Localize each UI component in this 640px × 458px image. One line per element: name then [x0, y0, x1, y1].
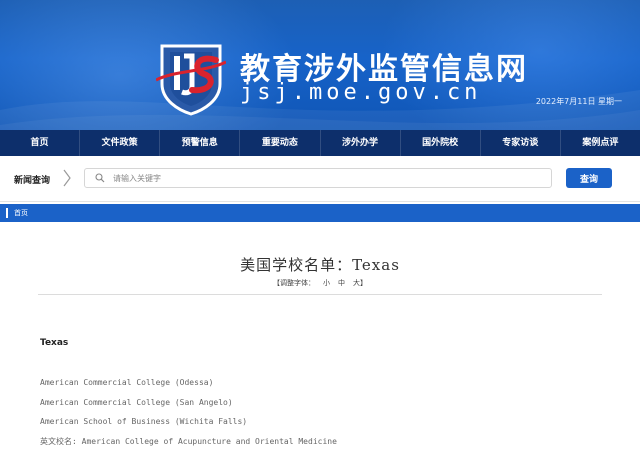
- search-row: 新闻查询 查询: [0, 156, 640, 202]
- school-list-item: American School of Business (Wichita Fal…: [40, 417, 248, 426]
- nav-item-case-reviews[interactable]: 案例点评: [561, 130, 640, 156]
- nav-item-warnings[interactable]: 预警信息: [160, 130, 241, 156]
- school-list-item: 英文校名: American College of Acupuncture an…: [40, 437, 337, 446]
- nav-item-foreign-schools[interactable]: 国外院校: [401, 130, 481, 156]
- font-size-controls: 【调整字体： 小中大】: [0, 278, 640, 288]
- font-size-medium-link[interactable]: 中: [338, 279, 345, 287]
- nav-item-expert-interviews[interactable]: 专家访谈: [481, 130, 561, 156]
- header-banner: 教育涉外监管信息网 jsj.moe.gov.cn 2022年7月11日 星期一: [0, 0, 640, 130]
- font-size-label: 【调整字体：: [273, 279, 315, 287]
- breadcrumb: 首页: [0, 204, 640, 222]
- breadcrumb-home-link[interactable]: 首页: [14, 208, 28, 218]
- breadcrumb-marker: [6, 208, 8, 218]
- jsj-logo-icon[interactable]: [156, 40, 226, 116]
- nav-item-policy[interactable]: 文件政策: [80, 130, 161, 156]
- main-nav: 首页 文件政策 预警信息 重要动态 涉外办学 国外院校 专家访谈 案例点评: [0, 130, 640, 156]
- search-icon: [95, 173, 105, 183]
- title-divider: [38, 294, 602, 295]
- nav-item-foreign-schooling[interactable]: 涉外办学: [321, 130, 401, 156]
- font-size-small-link[interactable]: 小: [323, 279, 330, 287]
- school-list-item: American Commercial College (Odessa): [40, 378, 214, 387]
- search-input[interactable]: [113, 171, 533, 186]
- current-date: 2022年7月11日 星期一: [535, 97, 622, 106]
- search-button[interactable]: 查询: [566, 168, 612, 188]
- article-title: 美国学校名单：Texas: [240, 256, 400, 274]
- site-domain: jsj.moe.gov.cn: [240, 80, 482, 105]
- school-list-item: American Commercial College (San Angelo): [40, 398, 233, 407]
- chevron-right-icon: [63, 169, 71, 187]
- news-search-label: 新闻查询: [14, 176, 51, 186]
- nav-item-news[interactable]: 重要动态: [240, 130, 321, 156]
- nav-item-home[interactable]: 首页: [0, 130, 81, 156]
- state-heading: Texas: [40, 338, 69, 348]
- search-box[interactable]: [84, 168, 552, 188]
- font-size-large-link[interactable]: 大】: [353, 279, 367, 287]
